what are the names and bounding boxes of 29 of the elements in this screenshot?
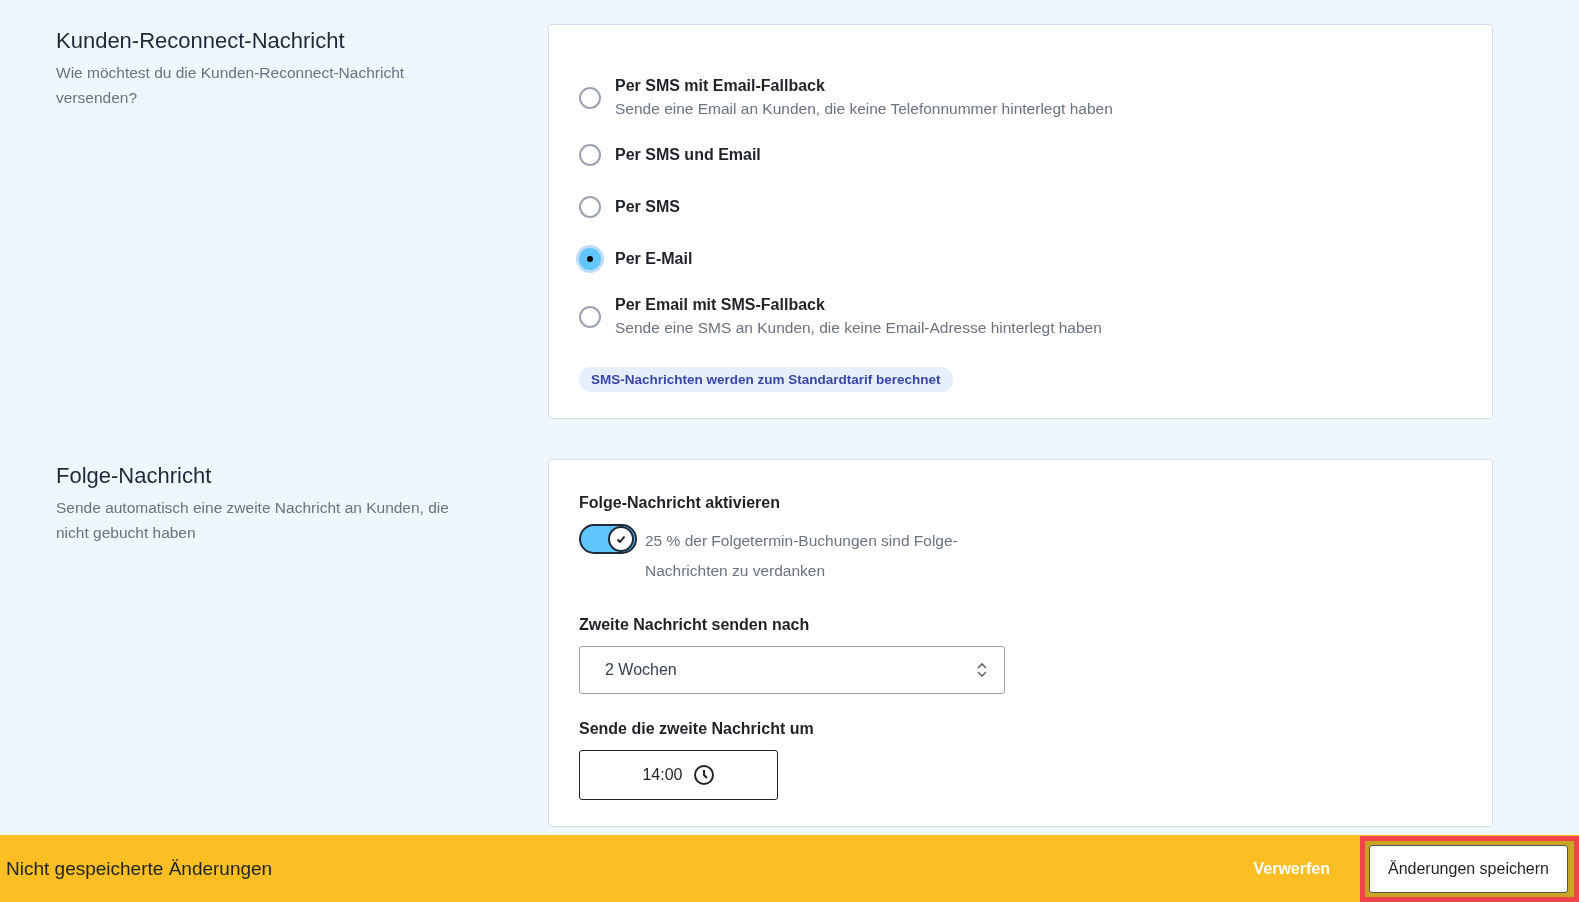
section-description: Wie möchtest du die Kunden-Reconnect-Nachricht versenden?: [56, 63, 406, 108]
field-label: Sende die zweite Nachricht um: [579, 720, 814, 738]
option-hint: Sende eine SMS an Kunden, die keine Email-Adresse hinterlegt haben: [615, 319, 1102, 337]
save-button[interactable]: Änderungen speichern: [1369, 844, 1568, 893]
toggle-switch[interactable]: [579, 524, 637, 554]
section-description: Sende automatisch eine zweite Nachricht an Kunden, die nicht gebucht haben: [56, 498, 450, 543]
radio-button[interactable]: [579, 196, 601, 218]
option-hint: Sende eine Email an Kunden, die keine Telefonnummer hinterlegt haben: [615, 100, 1113, 118]
checkmark-icon: [615, 533, 627, 545]
radio-button[interactable]: [579, 144, 601, 166]
option-label[interactable]: Per E-Mail: [615, 250, 693, 268]
field-label: Zweite Nachricht senden nach: [579, 616, 810, 634]
toggle-hint: 25 % der Folgetermin-Buchungen sind Folge-Nachrichten zu verdanken: [645, 531, 959, 581]
section-title: Folge-Nachricht: [56, 463, 213, 489]
option-label[interactable]: Per SMS mit Email-Fallback: [615, 77, 1113, 95]
section-title: Kunden-Reconnect-Nachricht: [56, 28, 346, 54]
select-field[interactable]: 2 Wochen: [579, 646, 1005, 694]
radio-button[interactable]: [579, 305, 601, 328]
radio-button[interactable]: [579, 248, 601, 270]
option-label[interactable]: Per SMS und Email: [615, 146, 761, 164]
option-label[interactable]: Per SMS: [615, 198, 680, 216]
chevron-updown-icon: [976, 661, 988, 679]
clock-icon: [692, 764, 715, 786]
info-badge: SMS-Nachrichten werden zum Standardtarif berechnet: [579, 367, 953, 392]
toggle-label: Folge-Nachricht aktivieren: [579, 494, 780, 512]
radio-button[interactable]: [579, 86, 601, 109]
time-field[interactable]: 14:00: [579, 750, 778, 800]
unsaved-message: Nicht gespeicherte Änderungen: [6, 857, 273, 880]
option-label[interactable]: Per Email mit SMS-Fallback: [615, 296, 1102, 314]
